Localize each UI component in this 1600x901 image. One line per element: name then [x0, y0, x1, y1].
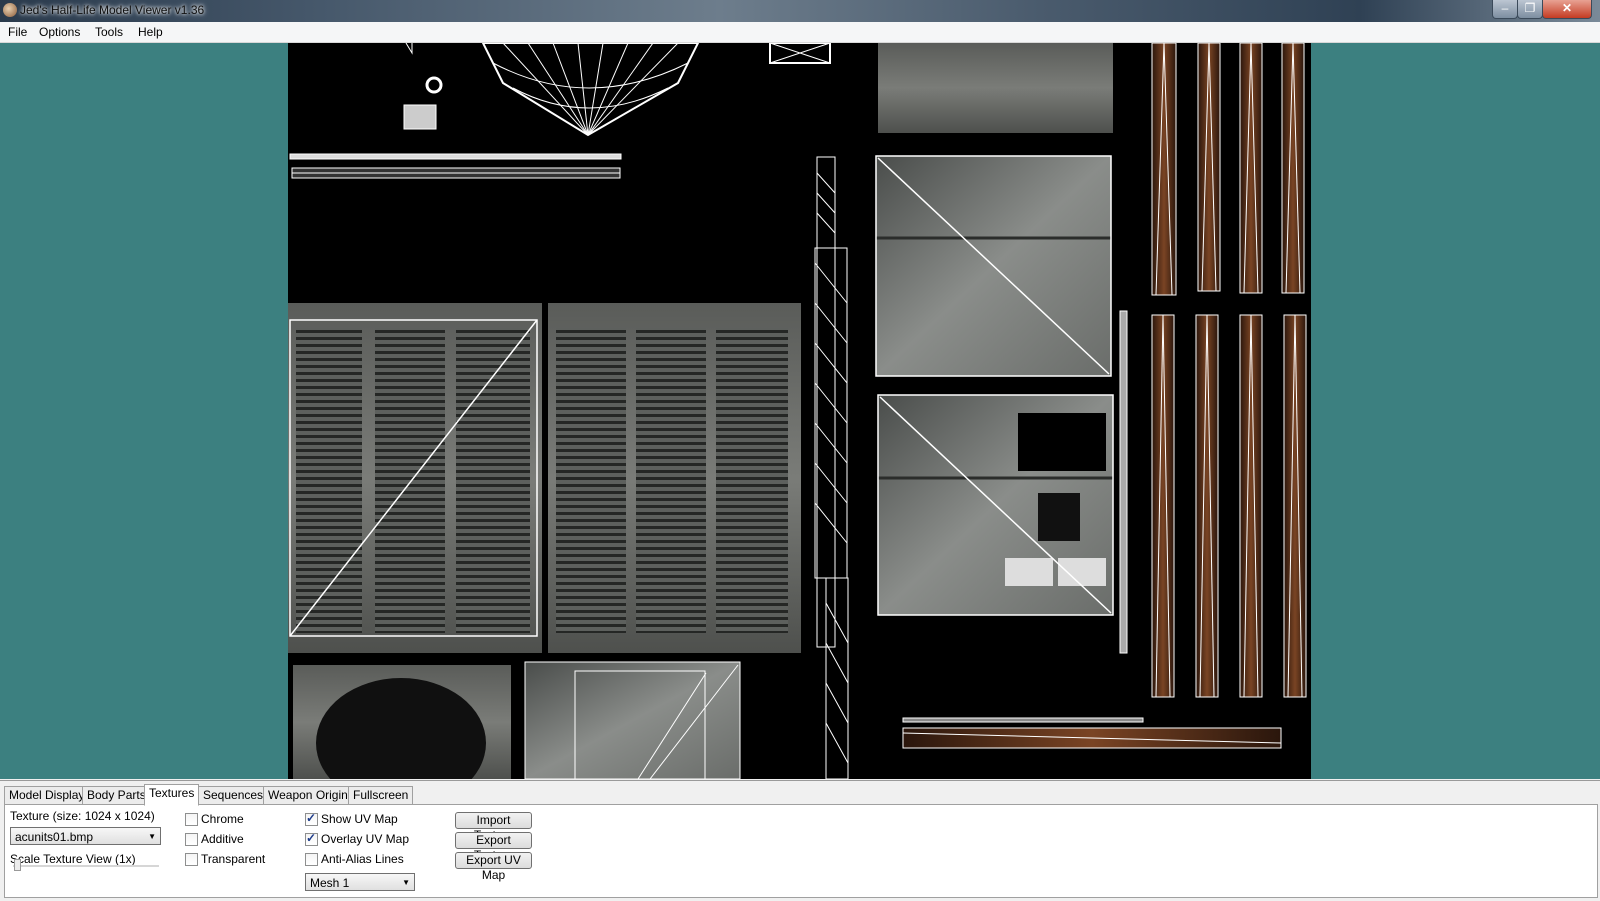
- additive-checkbox[interactable]: [185, 833, 198, 846]
- transparent-label: Transparent: [201, 852, 266, 866]
- texture-size-label: Texture (size: 1024 x 1024): [10, 809, 155, 823]
- tab-body-parts[interactable]: Body Parts: [82, 786, 151, 805]
- maximize-button[interactable]: ❐: [1517, 0, 1543, 19]
- anti-alias-lines-checkbox[interactable]: [305, 853, 318, 866]
- chevron-down-icon: ▼: [148, 832, 156, 841]
- control-panel: Model Display Body Parts Textures Sequen…: [0, 780, 1600, 901]
- tab-textures[interactable]: Textures: [144, 784, 200, 806]
- menu-bar: File Options Tools Help: [0, 22, 1600, 43]
- viewport[interactable]: [0, 43, 1600, 779]
- tab-weapon-origin[interactable]: Weapon Origin: [263, 786, 353, 805]
- uv-small-patch: [403, 104, 437, 130]
- uv-ring: [425, 76, 443, 94]
- scale-slider-track[interactable]: [13, 865, 159, 868]
- tab-sequences[interactable]: Sequences: [198, 786, 269, 805]
- mesh-select[interactable]: Mesh 1 ▼: [305, 873, 415, 891]
- menu-options[interactable]: Options: [39, 25, 80, 39]
- chrome-checkbox[interactable]: [185, 813, 198, 826]
- metal-panel-bottom: [877, 394, 1114, 616]
- app-icon[interactable]: [3, 3, 17, 17]
- metal-panel-top: [875, 155, 1112, 377]
- texture-select[interactable]: acunits01.bmp ▼: [10, 827, 161, 845]
- overlay-uv-map-checkbox[interactable]: [305, 831, 318, 846]
- textures-tab-panel: Texture (size: 1024 x 1024) acunits01.bm…: [4, 804, 1598, 898]
- import-texture-button[interactable]: Import Texture: [455, 812, 532, 842]
- anti-alias-lines-label: Anti-Alias Lines: [321, 852, 404, 866]
- window-title: Jed's Half-Life Model Viewer v1.36: [20, 3, 205, 17]
- additive-label: Additive: [201, 832, 244, 846]
- minimize-button[interactable]: –: [1492, 0, 1518, 19]
- chevron-down-icon: ▼: [402, 878, 410, 887]
- show-uv-map-checkbox[interactable]: [305, 811, 318, 826]
- fan-grille: [481, 43, 700, 137]
- scale-slider-thumb[interactable]: [14, 859, 21, 871]
- chrome-label: Chrome: [201, 812, 244, 826]
- vent-panel-right: [548, 303, 801, 653]
- tab-fullscreen[interactable]: Fullscreen: [348, 786, 414, 805]
- mesh-select-value: Mesh 1: [310, 876, 350, 890]
- transparent-checkbox[interactable]: [185, 853, 198, 866]
- close-button[interactable]: ✕: [1542, 0, 1592, 19]
- scale-texture-label: Scale Texture View (1x): [10, 852, 136, 866]
- export-texture-button[interactable]: Export Texture: [455, 832, 532, 862]
- uv-lattice-strip: [814, 156, 849, 779]
- texture-select-value: acunits01.bmp: [15, 830, 94, 844]
- title-bar[interactable]: Jed's Half-Life Model Viewer v1.36 – ❐ ✕: [0, 0, 1600, 22]
- show-uv-map-label: Show UV Map: [321, 812, 398, 826]
- menu-help[interactable]: Help: [138, 25, 163, 39]
- texture-view[interactable]: [288, 43, 1311, 779]
- menu-file[interactable]: File: [8, 25, 27, 39]
- menu-tools[interactable]: Tools: [95, 25, 123, 39]
- overlay-uv-map-label: Overlay UV Map: [321, 832, 410, 846]
- rust-strips: [1151, 43, 1307, 698]
- vent-panel-left: [288, 303, 542, 653]
- tab-model-display[interactable]: Model Display: [4, 786, 90, 805]
- export-uv-map-button[interactable]: Export UV Map: [455, 852, 532, 882]
